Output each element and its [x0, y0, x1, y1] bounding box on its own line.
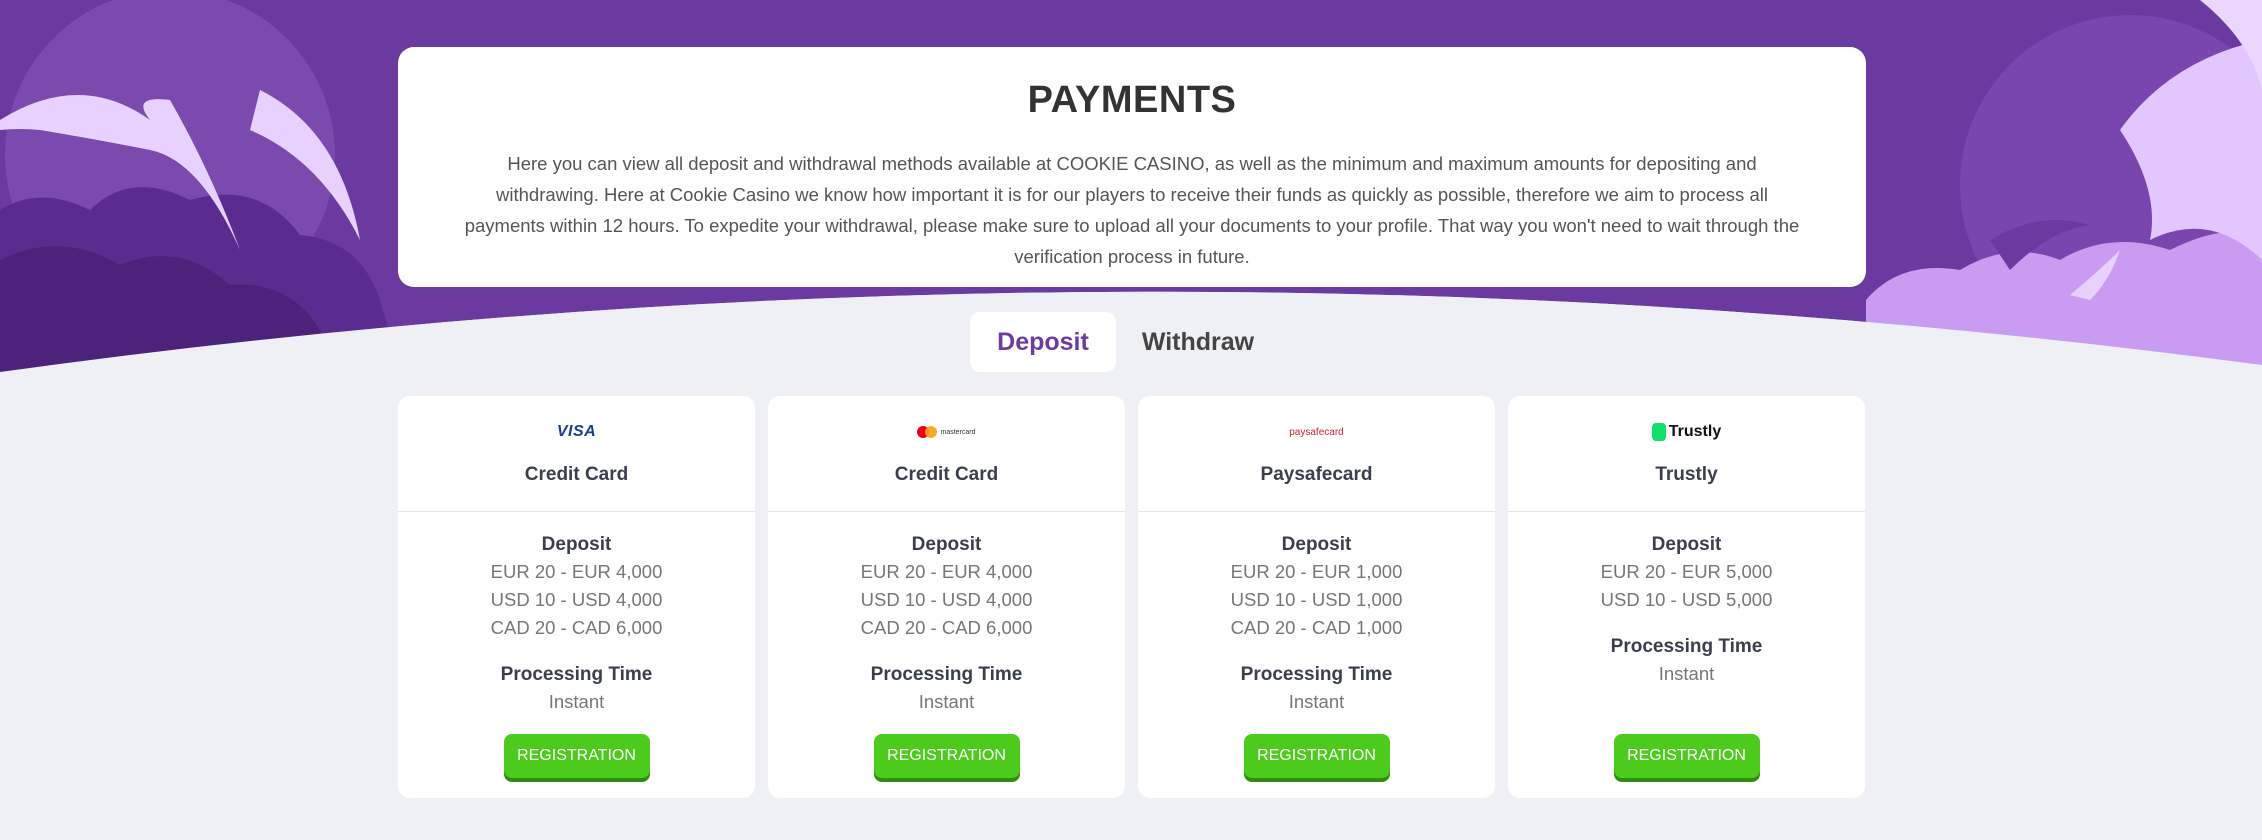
payment-card-visa: VISA Credit Card Deposit EUR 20 - EUR 4,… [398, 396, 755, 798]
limit-cad: CAD 20 - CAD 1,000 [1230, 617, 1403, 638]
limit-usd: USD 10 - USD 5,000 [1600, 589, 1773, 610]
limit-eur: EUR 20 - EUR 5,000 [1600, 561, 1773, 582]
method-name: Credit Card [894, 464, 999, 485]
processing-value: Instant [548, 691, 605, 712]
registration-button[interactable]: REGISTRATION [1243, 734, 1390, 778]
registration-button[interactable]: REGISTRATION [873, 734, 1020, 778]
page-title: PAYMENTS [1027, 79, 1237, 121]
processing-value: Instant [1658, 663, 1715, 684]
limit-eur: EUR 20 - EUR 4,000 [860, 561, 1033, 582]
trustly-logo-text: Trustly [1668, 423, 1722, 440]
processing-title: Processing Time [500, 664, 653, 685]
limit-cad: CAD 20 - CAD 6,000 [860, 617, 1033, 638]
limit-usd: USD 10 - USD 4,000 [860, 589, 1033, 610]
payment-card-paysafecard: paysafecard Paysafecard Deposit EUR 20 -… [1138, 396, 1495, 798]
limit-eur: EUR 20 - EUR 1,000 [1230, 561, 1403, 582]
tab-withdraw[interactable]: Withdraw [1128, 312, 1268, 372]
trustly-logo: Trustly [1508, 422, 1865, 442]
processing-title: Processing Time [1240, 664, 1393, 685]
paysafecard-logo-text: paysafecard [1289, 426, 1344, 438]
processing-value: Instant [918, 691, 975, 712]
limit-usd: USD 10 - USD 4,000 [490, 589, 663, 610]
payment-tabs: Deposit Withdraw [970, 312, 1270, 372]
paysafecard-logo: paysafecard [1138, 422, 1495, 442]
mastercard-logo-text: mastercard [940, 428, 976, 436]
registration-button[interactable]: REGISTRATION [1613, 734, 1760, 778]
method-name: Paysafecard [1260, 464, 1373, 485]
registration-button[interactable]: REGISTRATION [503, 734, 650, 778]
deposit-title: Deposit [911, 534, 982, 555]
limit-eur: EUR 20 - EUR 4,000 [490, 561, 663, 582]
visa-logo-text: VISA [556, 423, 597, 440]
payment-card-mastercard: mastercard Credit Card Deposit EUR 20 - … [768, 396, 1125, 798]
processing-title: Processing Time [870, 664, 1023, 685]
mastercard-circles-icon [917, 426, 938, 438]
tab-deposit[interactable]: Deposit [970, 312, 1116, 372]
mastercard-logo: mastercard [768, 422, 1125, 442]
limit-usd: USD 10 - USD 1,000 [1230, 589, 1403, 610]
method-name: Trustly [1655, 464, 1718, 485]
processing-title: Processing Time [1610, 636, 1763, 657]
deposit-title: Deposit [1281, 534, 1352, 555]
page-description: Here you can view all deposit and withdr… [464, 153, 1800, 267]
visa-logo: VISA [398, 422, 755, 442]
intro-card: PAYMENTS Here you can view all deposit a… [398, 47, 1866, 287]
limit-cad: CAD 20 - CAD 6,000 [490, 617, 663, 638]
deposit-title: Deposit [1651, 534, 1722, 555]
trustly-lock-icon [1651, 423, 1666, 441]
processing-value: Instant [1288, 691, 1345, 712]
payment-card-trustly: Trustly Trustly Deposit EUR 20 - EUR 5,0… [1508, 396, 1865, 798]
method-name: Credit Card [524, 464, 629, 485]
deposit-title: Deposit [541, 534, 612, 555]
